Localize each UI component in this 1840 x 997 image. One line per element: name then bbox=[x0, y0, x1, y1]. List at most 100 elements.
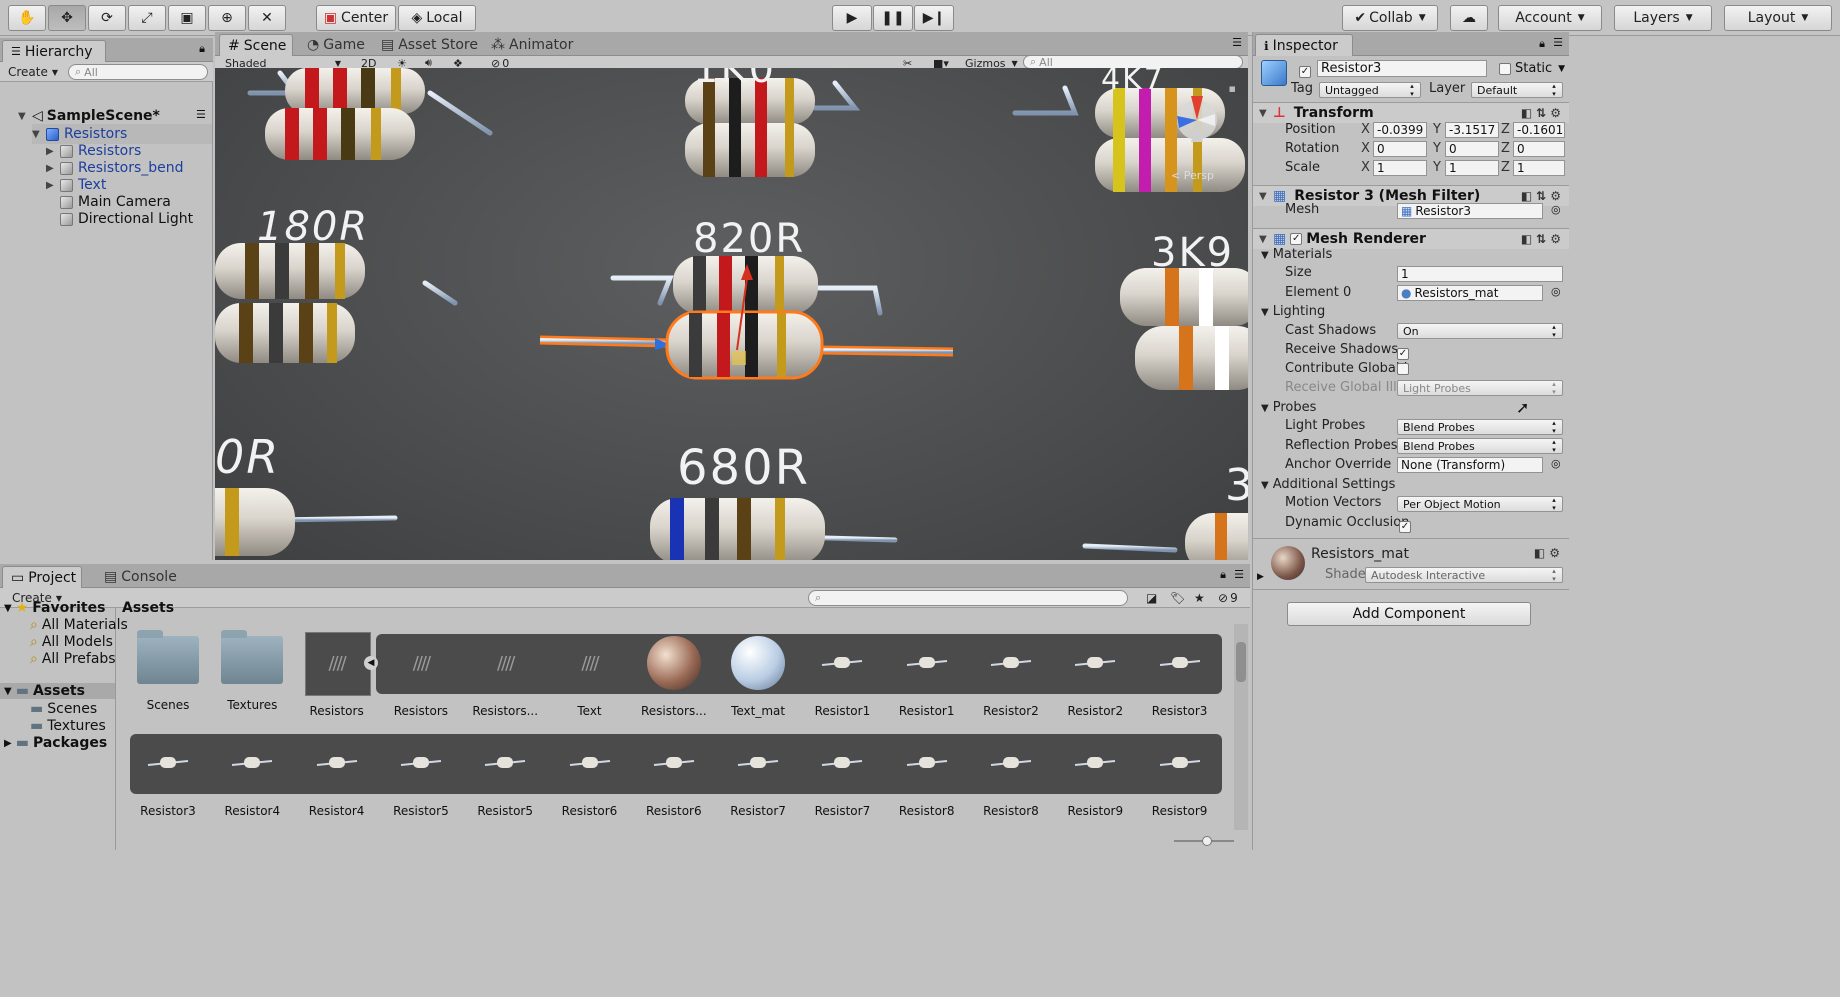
motion-vectors-dropdown[interactable]: Per Object Motion bbox=[1397, 496, 1563, 512]
object-picker-icon[interactable]: ◎ bbox=[1551, 285, 1561, 298]
asset-item[interactable]: //// Resistors bbox=[295, 636, 379, 719]
lock-icon[interactable]: 🔒︎ bbox=[1539, 37, 1545, 51]
tag-dropdown[interactable]: Untagged bbox=[1319, 82, 1421, 98]
layout-dropdown[interactable]: Layout ▼ bbox=[1724, 5, 1832, 31]
asset-item[interactable]: //// Resistors... bbox=[463, 636, 547, 719]
hidden-packages-toggle[interactable]: ⊘ 9 bbox=[1212, 589, 1244, 607]
scene-root[interactable]: ▼ ◁ SampleScene* ☰ bbox=[18, 106, 206, 126]
asset-item[interactable]: Scenes bbox=[126, 630, 210, 712]
folder-textures[interactable]: ▬ Textures bbox=[30, 718, 106, 734]
asset-item[interactable]: Resistor4 bbox=[210, 736, 294, 818]
cast-shadows-dropdown[interactable]: On bbox=[1397, 323, 1563, 339]
favorite-star-icon[interactable]: ★ bbox=[1188, 589, 1211, 607]
mesh-renderer-enabled-checkbox[interactable]: ✓ bbox=[1290, 233, 1303, 245]
scene-search-input[interactable]: ⌕ All bbox=[1023, 55, 1243, 69]
pivot-center-button[interactable]: ▣ Center bbox=[316, 5, 396, 31]
rotation-y-field[interactable]: 0 bbox=[1445, 141, 1499, 157]
asset-item[interactable]: Resistor1 bbox=[885, 636, 969, 718]
asset-item[interactable]: Textures bbox=[210, 630, 294, 712]
folder-scenes[interactable]: ▬ Scenes bbox=[30, 701, 97, 717]
tab-scene[interactable]: # Scene bbox=[219, 34, 293, 56]
favorite-all-materials[interactable]: ⌕ All Materials bbox=[30, 617, 128, 633]
rotation-z-field[interactable]: 0 bbox=[1513, 141, 1565, 157]
asset-item[interactable]: //// Resistors bbox=[379, 636, 463, 719]
persp-label[interactable]: < Persp bbox=[1171, 169, 1214, 182]
transform-tool-icon[interactable]: ⊕ bbox=[208, 5, 246, 31]
asset-item[interactable]: Resistor8 bbox=[885, 736, 969, 818]
move-tool-icon[interactable]: ✥ bbox=[48, 5, 86, 31]
favorite-all-models[interactable]: ⌕ All Models bbox=[30, 634, 113, 650]
transform-header[interactable]: ▼ ⊥ Transform ◧⇅⚙ bbox=[1253, 102, 1569, 123]
additional-settings-foldout[interactable]: ▼ Additional Settings bbox=[1261, 477, 1395, 492]
asset-item[interactable]: Resistor8 bbox=[969, 736, 1053, 818]
lock-icon[interactable]: 🔒︎ bbox=[1220, 568, 1226, 582]
create-dropdown[interactable]: Create ▼ bbox=[2, 63, 64, 81]
element0-field[interactable]: ● Resistors_mat bbox=[1397, 285, 1543, 301]
favorites-foldout[interactable]: ▼ ★ Favorites bbox=[4, 600, 105, 616]
scale-z-field[interactable]: 1 bbox=[1513, 160, 1565, 176]
component-menu-icons[interactable]: ◧⇅⚙ bbox=[1521, 106, 1565, 120]
layers-dropdown[interactable]: Layers ▼ bbox=[1614, 5, 1712, 31]
rotation-x-field[interactable]: 0 bbox=[1373, 141, 1427, 157]
rotate-tool-icon[interactable]: ⟳ bbox=[88, 5, 126, 31]
account-dropdown[interactable]: Account ▼ bbox=[1498, 5, 1602, 31]
object-picker-icon[interactable]: ◎ bbox=[1551, 457, 1561, 470]
asset-item[interactable]: Text_mat bbox=[716, 636, 800, 718]
object-name-field[interactable]: Resistor3 bbox=[1317, 60, 1487, 77]
tab-game[interactable]: ◔ Game bbox=[299, 34, 373, 56]
lock-icon[interactable]: ▪ bbox=[1229, 82, 1236, 95]
play-button[interactable]: ▶ bbox=[832, 5, 872, 31]
collab-dropdown[interactable]: ✔ Collab ▼ bbox=[1342, 5, 1438, 31]
tab-console[interactable]: ▤ Console bbox=[96, 566, 185, 588]
materials-size-field[interactable]: 1 bbox=[1397, 266, 1563, 282]
project-search-input[interactable]: ⌕ bbox=[808, 590, 1128, 606]
materials-foldout[interactable]: ▼ Materials bbox=[1261, 247, 1332, 262]
custom-tool-icon[interactable]: ✕ bbox=[248, 5, 286, 31]
asset-item[interactable]: Resistor4 bbox=[295, 736, 379, 818]
pause-button[interactable]: ❚❚ bbox=[873, 5, 913, 31]
add-component-button[interactable]: Add Component bbox=[1287, 602, 1531, 626]
rect-tool-icon[interactable]: ▣ bbox=[168, 5, 206, 31]
asset-item[interactable]: Resistor2 bbox=[1053, 636, 1137, 718]
tab-hierarchy[interactable]: ☰ Hierarchy bbox=[2, 40, 106, 62]
packages-folder[interactable]: ▶ ▬ Packages bbox=[4, 735, 107, 751]
static-checkbox[interactable] bbox=[1499, 62, 1511, 75]
asset-item[interactable]: Resistor5 bbox=[379, 736, 463, 818]
filter-type-icon[interactable]: ◪ bbox=[1140, 589, 1163, 607]
component-menu-icons[interactable]: ◧⇅⚙ bbox=[1521, 189, 1565, 203]
lock-icon[interactable]: 🔒︎ bbox=[199, 42, 205, 56]
layer-dropdown[interactable]: Default bbox=[1471, 82, 1563, 98]
favorite-all-prefabs[interactable]: ⌕ All Prefabs bbox=[30, 651, 116, 667]
asset-item[interactable]: Resistor1 bbox=[800, 636, 884, 718]
scale-tool-icon[interactable]: ⤢ bbox=[128, 5, 166, 31]
menu-icon[interactable]: ☰ bbox=[1234, 568, 1244, 581]
assets-scrollbar-thumb[interactable] bbox=[1236, 642, 1246, 682]
asset-item[interactable]: Resistor6 bbox=[632, 736, 716, 818]
menu-icon[interactable]: ☰ bbox=[1232, 36, 1242, 49]
lighting-foldout[interactable]: ▼ Lighting bbox=[1261, 304, 1325, 319]
static-toggle[interactable]: Static ▼ bbox=[1499, 61, 1565, 76]
scene-viewport[interactable]: 1K0 4K7 180R 820R 3K9 0R 680R 3 < Persp … bbox=[215, 68, 1248, 560]
asset-item[interactable]: Resistor5 bbox=[463, 736, 547, 818]
menu-icon[interactable]: ☰ bbox=[1553, 36, 1563, 49]
receive-shadows-checkbox[interactable]: ✓ bbox=[1397, 344, 1409, 360]
position-x-field[interactable]: -0.0399 bbox=[1373, 122, 1427, 138]
tab-inspector[interactable]: ℹ Inspector bbox=[1255, 34, 1353, 56]
cloud-button[interactable]: ☁ bbox=[1450, 5, 1488, 31]
zoom-slider-thumb[interactable] bbox=[1202, 836, 1212, 846]
mesh-renderer-header[interactable]: ▼ ▦ ✓ Mesh Renderer ◧⇅⚙ bbox=[1253, 228, 1569, 249]
mesh-field[interactable]: ▦ Resistor3 bbox=[1397, 203, 1543, 219]
pivot-local-button[interactable]: ◈ Local bbox=[398, 5, 476, 31]
light-probes-dropdown[interactable]: Blend Probes bbox=[1397, 419, 1563, 435]
asset-item[interactable]: //// Text bbox=[548, 636, 632, 719]
menu-icon[interactable]: ☰ bbox=[196, 108, 206, 121]
asset-item[interactable]: Resistor3 bbox=[1138, 636, 1222, 718]
shader-dropdown[interactable]: Autodesk Interactive bbox=[1365, 567, 1563, 583]
tree-item-directional-light[interactable]: Directional Light bbox=[46, 209, 193, 229]
chevron-right-icon[interactable]: ▶ bbox=[1257, 572, 1264, 582]
asset-item[interactable]: Resistors... bbox=[632, 636, 716, 718]
dynamic-occlusion-checkbox[interactable]: ✓ bbox=[1399, 517, 1411, 533]
tab-asset-store[interactable]: ▤ Asset Store bbox=[373, 34, 486, 56]
material-menu-icons[interactable]: ◧⚙ bbox=[1534, 546, 1564, 560]
asset-item[interactable]: Resistor9 bbox=[1138, 736, 1222, 818]
